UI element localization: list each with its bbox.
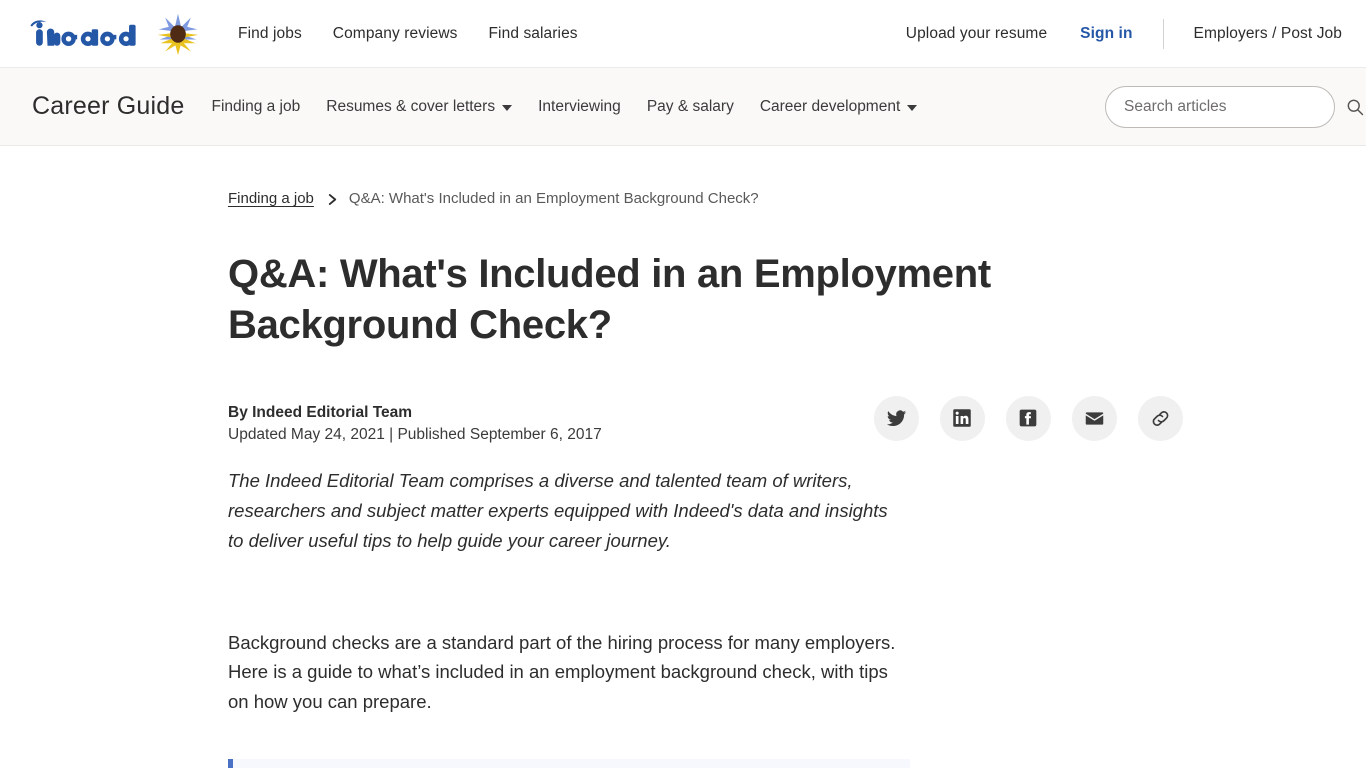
share-twitter-button[interactable] xyxy=(873,395,919,441)
share-email-button[interactable] xyxy=(1071,395,1117,441)
guide-nav-pay-salary[interactable]: Pay & salary xyxy=(647,98,734,116)
guide-nav-label: Pay & salary xyxy=(646,97,734,115)
indeed-logo xyxy=(30,19,136,46)
nav-find-jobs[interactable]: Find jobs xyxy=(238,25,302,43)
share-link-button[interactable] xyxy=(1137,395,1183,441)
guide-nav-career-development[interactable]: Career development xyxy=(759,97,918,116)
search-input[interactable] xyxy=(1105,85,1335,128)
guide-nav-label: Interviewing xyxy=(538,97,621,115)
link-icon xyxy=(1152,410,1169,426)
article-main: Finding a job Q&A: What's Included in an… xyxy=(0,146,1366,768)
site-header: Find jobs Company reviews Find salaries … xyxy=(0,0,1366,68)
page-title: Q&A: What's Included in an Employment Ba… xyxy=(228,252,991,347)
indeed-logo-link[interactable] xyxy=(26,19,138,48)
chevron-right-icon xyxy=(327,193,338,206)
search-icon xyxy=(1347,99,1364,115)
share-facebook-button[interactable] xyxy=(1005,395,1051,441)
upgrade-resume-callout: Upgrade your resume xyxy=(228,759,910,768)
career-guide-bar: Career Guide Finding a job Resumes & cov… xyxy=(0,68,1366,146)
share-linkedin-button[interactable] xyxy=(939,395,985,441)
sunflower-icon xyxy=(157,13,199,55)
chevron-down-icon xyxy=(502,104,513,111)
breadcrumb-parent-link[interactable]: Finding a job xyxy=(228,190,314,207)
facebook-icon xyxy=(1019,409,1037,427)
brand-group[interactable] xyxy=(26,11,202,57)
career-guide-nav: Finding a job Resumes & cover letters In… xyxy=(211,97,918,116)
guide-nav-resumes-cover-letters[interactable]: Resumes & cover letters xyxy=(326,97,513,116)
guide-nav-interviewing[interactable]: Interviewing xyxy=(538,98,621,116)
header-account-nav: Upload your resume Sign in Employers / P… xyxy=(906,18,1342,49)
career-guide-title: Career Guide xyxy=(32,92,185,120)
nav-company-reviews[interactable]: Company reviews xyxy=(333,25,458,43)
byline-row: By Indeed Editorial Team Updated May 24,… xyxy=(228,395,1366,444)
breadcrumb-current: Q&A: What's Included in an Employment Ba… xyxy=(348,190,759,207)
editorial-team-note: The Indeed Editorial Team comprises a di… xyxy=(228,469,888,551)
guide-nav-finding-a-job[interactable]: Finding a job xyxy=(211,98,300,116)
upload-resume-link[interactable]: Upload your resume xyxy=(906,25,1047,43)
guide-nav-label: Resumes & cover letters xyxy=(326,97,496,115)
guide-nav-label: Finding a job xyxy=(211,97,301,115)
breadcrumb: Finding a job Q&A: What's Included in an… xyxy=(228,190,1366,207)
search-submit-button[interactable] xyxy=(1344,97,1366,117)
employers-post-job-link[interactable]: Employers / Post Job xyxy=(1194,25,1342,43)
search-area xyxy=(1105,85,1366,128)
byline-text: By Indeed Editorial Team Updated May 24,… xyxy=(228,401,602,444)
sign-in-link[interactable]: Sign in xyxy=(1080,25,1132,43)
nav-find-salaries[interactable]: Find salaries xyxy=(488,25,577,43)
email-icon xyxy=(1085,411,1103,425)
linkedin-icon xyxy=(953,409,971,427)
chevron-down-icon xyxy=(907,104,918,111)
share-buttons xyxy=(873,395,1183,441)
header-divider xyxy=(1162,18,1164,49)
primary-nav: Find jobs Company reviews Find salaries xyxy=(238,25,578,43)
guide-nav-label: Career development xyxy=(759,97,901,115)
article-intro-paragraph: Background checks are a standard part of… xyxy=(228,631,896,713)
twitter-icon xyxy=(886,409,906,426)
article-dates: Updated May 24, 2021 | Published Septemb… xyxy=(228,425,602,443)
article-author: By Indeed Editorial Team xyxy=(228,403,413,421)
